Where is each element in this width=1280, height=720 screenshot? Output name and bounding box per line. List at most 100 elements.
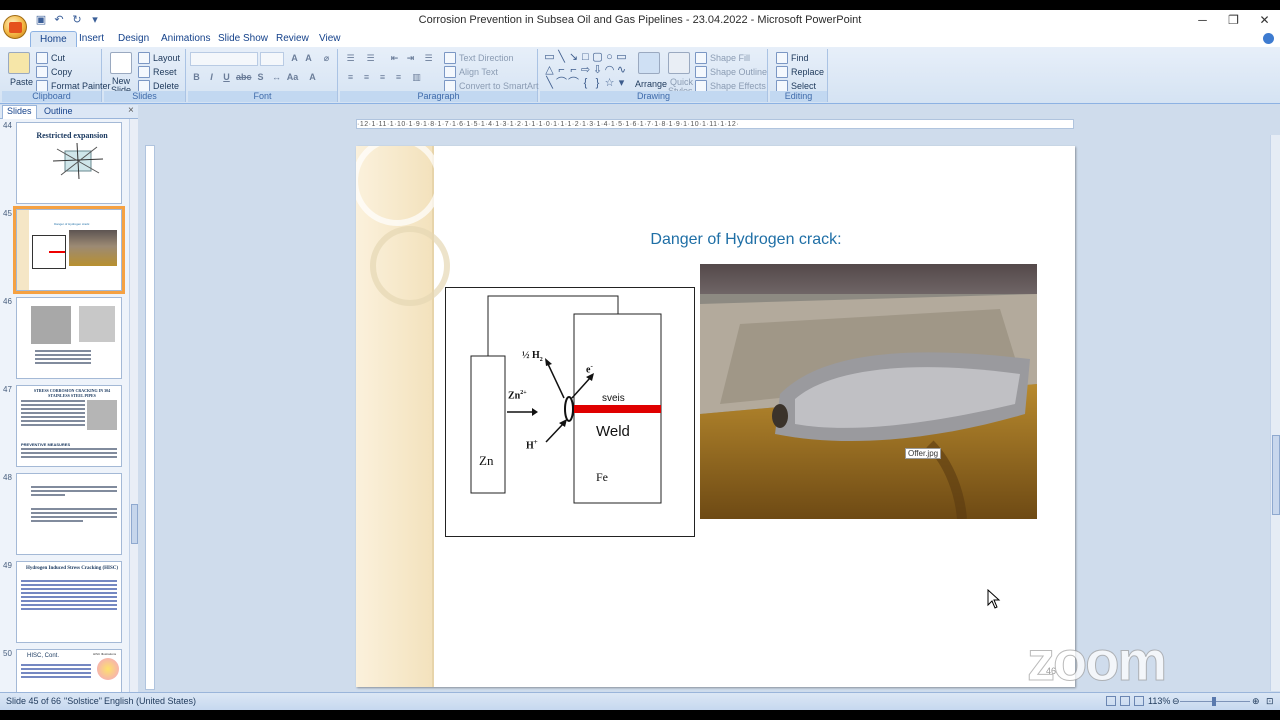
center-icon[interactable]: ≡ [360, 71, 373, 84]
theme-name[interactable]: "Solstice" [64, 696, 102, 706]
tab-design[interactable]: Design [118, 33, 149, 44]
elbow2-shape-icon[interactable]: ⌐ [568, 65, 579, 76]
bold-icon[interactable]: B [190, 71, 203, 84]
slideshow-icon[interactable] [1134, 696, 1144, 706]
rect2-shape-icon[interactable]: ▭ [616, 52, 627, 63]
new-slide-icon[interactable] [110, 52, 132, 74]
oval-shape-icon[interactable]: ○ [604, 52, 615, 63]
paste-icon[interactable] [8, 52, 30, 74]
increase-indent-icon[interactable]: ⇥ [404, 52, 417, 65]
arrange-icon[interactable] [638, 52, 660, 74]
decrease-indent-icon[interactable]: ⇤ [388, 52, 401, 65]
shrink-font-icon[interactable]: A [302, 52, 315, 65]
font-color-icon[interactable]: A [306, 71, 319, 84]
scrollbar-thumb[interactable] [1272, 435, 1280, 515]
curve3-shape-icon[interactable]: ⌒ [568, 78, 579, 89]
brace2-shape-icon[interactable]: } [592, 78, 603, 89]
numbering-icon[interactable]: ☰ [364, 52, 377, 65]
rectangle-shape-icon[interactable]: □ [580, 52, 591, 63]
slide-vertical-scrollbar[interactable] [1270, 135, 1280, 691]
tab-slides-panel[interactable]: Slides [2, 105, 37, 119]
tab-slide-show[interactable]: Slide Show [218, 33, 268, 44]
copy-button[interactable]: Copy [36, 66, 72, 78]
align-right-icon[interactable]: ≡ [376, 71, 389, 84]
zoom-in-icon[interactable]: ⊕ [1252, 696, 1260, 707]
slides-panel-scrollbar[interactable] [129, 119, 138, 697]
cut-button[interactable]: Cut [36, 52, 65, 64]
line-spacing-icon[interactable]: ☰ [422, 52, 435, 65]
zoom-level[interactable]: 113% [1148, 696, 1170, 706]
align-text-button[interactable]: Align Text [444, 66, 498, 78]
underline-icon[interactable]: U [220, 71, 233, 84]
rounded-rect-shape-icon[interactable]: ▢ [592, 52, 603, 63]
down-arrow-shape-icon[interactable]: ⇩ [592, 65, 603, 76]
tab-review[interactable]: Review [276, 33, 309, 44]
more-shapes-icon[interactable]: ▾ [616, 78, 627, 89]
zoom-out-icon[interactable]: ⊖ [1172, 696, 1180, 707]
close-icon[interactable]: ✕ [1249, 10, 1280, 31]
right-arrow-shape-icon[interactable]: ⇨ [580, 65, 591, 76]
shape-fill-button[interactable]: Shape Fill [695, 52, 750, 64]
tab-home[interactable]: Home [30, 31, 77, 48]
slide-sorter-icon[interactable] [1120, 696, 1130, 706]
slide-thumbnail-49[interactable]: Hydrogen Induced Stress Cracking (HISC) [16, 561, 122, 643]
tab-insert[interactable]: Insert [79, 33, 104, 44]
diagonal-shape-icon[interactable]: ╲ [544, 78, 555, 89]
justify-icon[interactable]: ≡ [392, 71, 405, 84]
change-case-icon[interactable]: Aa [286, 71, 299, 84]
replace-button[interactable]: Replace [776, 66, 824, 78]
hydrogen-crack-diagram[interactable]: ½ H2 e- Zn2+ H+ sveis Weld Zn Fe [445, 287, 695, 537]
slide-thumbnail-44[interactable]: Restricted expansion [16, 122, 122, 204]
slide-thumbnail-47[interactable]: STRESS CORROSION CRACKING IN 304 STAINLE… [16, 385, 122, 467]
arrow-shape-icon[interactable]: ↘ [568, 52, 579, 63]
zoom-slider-knob[interactable] [1212, 697, 1216, 706]
office-button[interactable] [3, 15, 27, 39]
font-name-combo[interactable] [190, 52, 258, 66]
minimize-icon[interactable]: ─ [1187, 10, 1218, 31]
language-indicator[interactable]: English (United States) [104, 696, 196, 706]
arc-shape-icon[interactable]: ◠ [604, 65, 615, 76]
strikethrough-icon[interactable]: abc [236, 71, 252, 84]
curve-shape-icon[interactable]: ∿ [616, 65, 627, 76]
align-left-icon[interactable]: ≡ [344, 71, 357, 84]
shadow-icon[interactable]: S [254, 71, 267, 84]
tab-view[interactable]: View [319, 33, 341, 44]
brace-shape-icon[interactable]: { [580, 78, 591, 89]
slide-title[interactable]: Danger of Hydrogen crack: [506, 231, 986, 249]
corroded-pipe-photo[interactable] [700, 264, 1037, 519]
slide-canvas[interactable]: Danger of Hydrogen crack: ½ H2 e- Zn2+ H… [356, 146, 1075, 687]
text-direction-button[interactable]: Text Direction [444, 52, 514, 64]
slide-thumbnail-45[interactable]: Danger of Hydrogen crack: [13, 206, 125, 294]
italic-icon[interactable]: I [205, 71, 218, 84]
columns-icon[interactable]: ▥ [410, 71, 423, 84]
font-size-combo[interactable] [260, 52, 284, 66]
clear-format-icon[interactable]: ⌀ [320, 52, 333, 65]
quick-styles-icon[interactable] [668, 52, 690, 74]
panel-close-icon[interactable]: × [128, 105, 134, 116]
elbow-shape-icon[interactable]: ⌐ [556, 65, 567, 76]
scrollbar-thumb[interactable] [131, 504, 138, 544]
help-icon[interactable] [1263, 33, 1274, 44]
tab-outline-panel[interactable]: Outline [44, 106, 73, 116]
curve2-shape-icon[interactable]: ⌒ [556, 78, 567, 89]
fit-slide-icon[interactable]: ⊡ [1266, 696, 1274, 707]
grow-font-icon[interactable]: A [288, 52, 301, 65]
slide-thumbnail-46[interactable] [16, 297, 122, 379]
paste-button[interactable]: Paste [10, 77, 33, 87]
reset-button[interactable]: Reset [138, 66, 177, 78]
spacing-icon[interactable]: ↔ [270, 71, 283, 84]
tab-animations[interactable]: Animations [161, 33, 210, 44]
arrange-label[interactable]: Arrange [635, 79, 667, 89]
find-button[interactable]: Find [776, 52, 809, 64]
textbox-shape-icon[interactable]: ▭ [544, 52, 555, 63]
bullets-icon[interactable]: ☰ [344, 52, 357, 65]
slide-thumbnail-48[interactable] [16, 473, 122, 555]
normal-view-icon[interactable] [1106, 696, 1116, 706]
line-shape-icon[interactable]: ╲ [556, 52, 567, 63]
triangle-shape-icon[interactable]: △ [544, 65, 555, 76]
restore-icon[interactable]: ❐ [1218, 10, 1249, 31]
star-shape-icon[interactable]: ☆ [604, 78, 615, 89]
shape-outline-button[interactable]: Shape Outline [695, 66, 767, 78]
layout-button[interactable]: Layout [138, 52, 180, 64]
slide-thumbnail-50[interactable]: HISC, Cont. HISC Illustrations [16, 649, 122, 697]
